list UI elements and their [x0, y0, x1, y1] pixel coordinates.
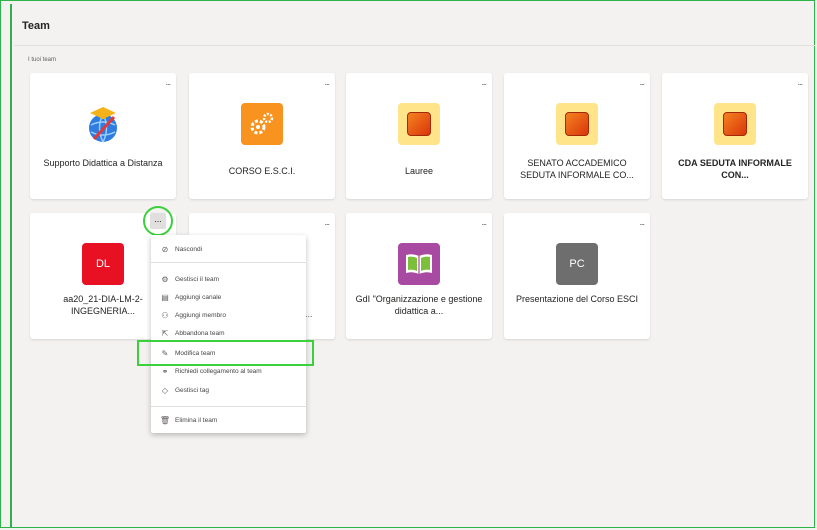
team-avatar: DL — [82, 243, 124, 285]
more-options-icon[interactable]: ... — [639, 77, 644, 87]
menu-divider — [151, 262, 306, 263]
team-card-senato[interactable]: ... SENATO ACCADEMICO SEDUTA INFORMALE C… — [504, 73, 650, 199]
orange-square-icon — [398, 103, 440, 145]
team-name: CORSO E.S.C.I. — [228, 166, 296, 176]
team-name: SENATO ACCADEMICO SEDUTA INFORMALE CO... — [520, 158, 634, 180]
menu-item-label: Gestisci il team — [175, 275, 220, 283]
trash-icon: 🗑 — [159, 415, 171, 425]
menu-item-label: Elimina il team — [175, 416, 218, 424]
more-options-icon[interactable]: ... — [324, 217, 329, 227]
team-card-gdi[interactable]: ... GdI "Organizzazione e gestione didat… — [346, 213, 492, 339]
menu-item-label: Richiedi collegamento al team — [175, 367, 262, 375]
channel-icon: ▤ — [161, 292, 169, 302]
tag-icon: ◇ — [161, 385, 169, 395]
team-name: Presentazione del Corso ESCI — [515, 294, 639, 304]
link-icon: ⚭ — [161, 366, 169, 376]
menu-item-label: Gestisci tag — [175, 386, 209, 394]
team-name: aa20_21-DIA-LM-2-INGEGNERIA... — [63, 294, 143, 316]
team-card-presentazione[interactable]: ... PC Presentazione del Corso ESCI — [504, 213, 650, 339]
frame-left-bar — [10, 4, 12, 528]
highlight-box-edit-team — [137, 340, 314, 366]
menu-item-add-channel[interactable]: ▤ Aggiungi canale — [151, 289, 306, 305]
hide-icon: ⊘ — [161, 244, 169, 254]
menu-item-delete-team[interactable]: 🗑 Elimina il team — [151, 412, 306, 428]
team-name: CDA SEDUTA INFORMALE CON... — [678, 158, 792, 180]
menu-divider — [151, 406, 306, 407]
team-card-cda[interactable]: ... CDA SEDUTA INFORMALE CON... — [662, 73, 808, 199]
truncated-name: ... — [305, 309, 313, 319]
team-name: Supporto Didattica a Distanza — [43, 158, 163, 168]
menu-item-label: Aggiungi membro — [175, 311, 226, 319]
team-avatar: PC — [556, 243, 598, 285]
settings-icon: ⚙ — [161, 274, 169, 284]
menu-item-label: Aggiungi canale — [175, 293, 222, 301]
book-icon — [398, 243, 440, 285]
menu-item-leave-team[interactable]: ⇱ Abbandona team — [151, 325, 306, 341]
menu-item-manage-tags[interactable]: ◇ Gestisci tag — [151, 382, 306, 398]
header-divider — [14, 45, 815, 46]
team-name: Lauree — [404, 166, 434, 176]
more-options-icon[interactable]: ... — [797, 77, 802, 87]
menu-item-label: Nascondi — [175, 245, 203, 253]
more-options-icon[interactable]: ... — [481, 217, 486, 227]
add-member-icon: ⚇ — [161, 310, 169, 320]
globe-graduation-icon — [82, 103, 124, 145]
team-card-corso-esci[interactable]: ... CORSO E.S.C.I. — [189, 73, 335, 199]
team-card-supporto[interactable]: ... Supporto Didattica a Distanza — [30, 73, 176, 199]
section-label: I tuoi team — [28, 57, 57, 63]
leave-icon: ⇱ — [161, 328, 169, 338]
menu-item-hide[interactable]: ⊘ Nascondi — [151, 241, 306, 257]
more-options-icon[interactable]: ... — [165, 77, 170, 87]
orange-square-icon — [556, 103, 598, 145]
menu-item-manage-team[interactable]: ⚙ Gestisci il team — [151, 271, 306, 287]
team-name: GdI "Organizzazione e gestione didattica… — [355, 294, 483, 316]
more-options-icon[interactable]: ... — [324, 77, 329, 87]
menu-item-add-member[interactable]: ⚇ Aggiungi membro — [151, 307, 306, 323]
more-options-icon[interactable]: ... — [481, 77, 486, 87]
page-title: Team — [22, 20, 50, 32]
team-card-lauree[interactable]: ... Lauree — [346, 73, 492, 199]
more-options-icon[interactable]: ... — [639, 217, 644, 227]
orange-square-icon — [714, 103, 756, 145]
menu-item-label: Abbandona team — [175, 329, 225, 337]
highlight-circle — [143, 206, 173, 236]
team-context-menu: ⊘ Nascondi ⚙ Gestisci il team ▤ Aggiungi… — [151, 235, 306, 433]
gears-icon — [241, 103, 283, 145]
